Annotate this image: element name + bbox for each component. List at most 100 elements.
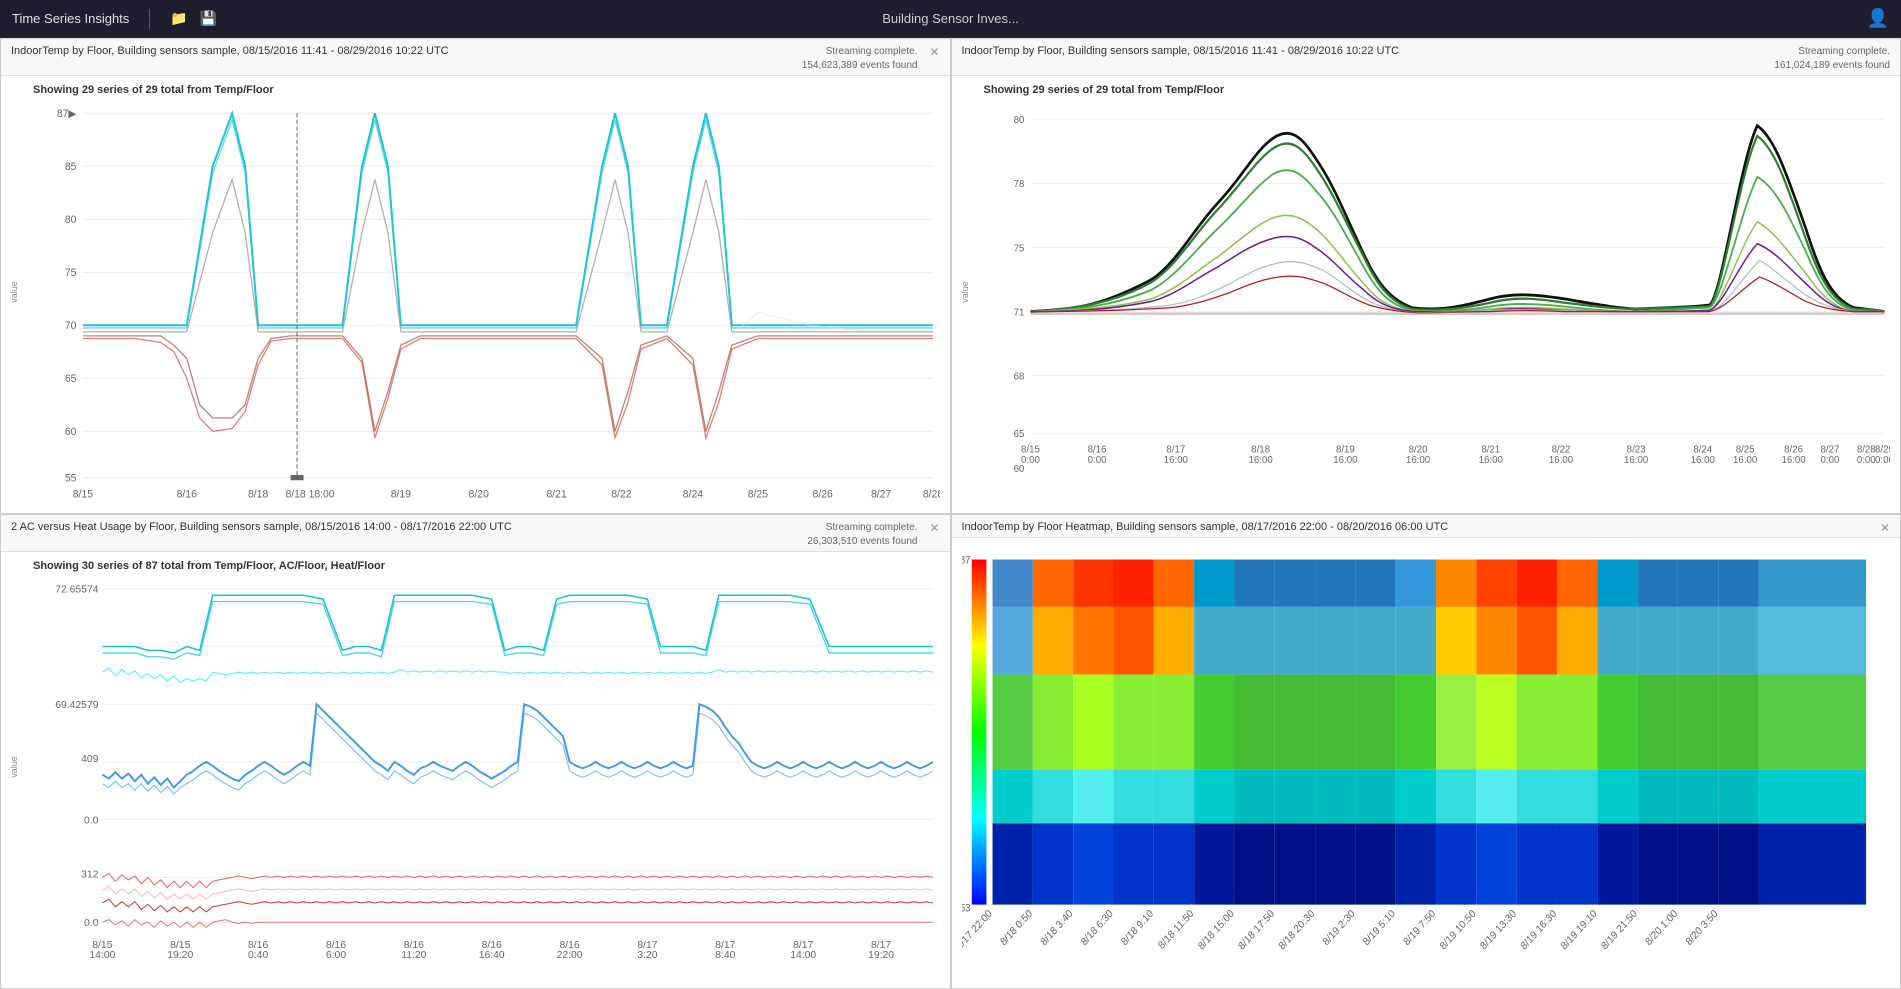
svg-text:8/19 16:30: 8/19 16:30	[1518, 907, 1558, 951]
title-bar-right: 👤	[1263, 8, 1889, 29]
svg-text:16:00: 16:00	[1405, 455, 1430, 466]
svg-text:8/28: 8/28	[923, 489, 940, 497]
panel-header-top-left: IndoorTemp by Floor, Building sensors sa…	[1, 39, 950, 76]
svg-text:8/18 3:40: 8/18 3:40	[1039, 907, 1075, 947]
panel-title-bottom-right: IndoorTemp by Floor Heatmap, Building se…	[962, 521, 1449, 533]
save-icon[interactable]: 💾	[200, 10, 217, 27]
y-axis-label-bottom-left: value	[9, 756, 19, 778]
panel-close-top-left[interactable]: ✕	[929, 45, 939, 59]
panel-meta-bottom-left: Streaming complete. 26,303,510 events fo…	[807, 521, 917, 549]
svg-text:8/19 13:30: 8/19 13:30	[1478, 907, 1518, 951]
panel-close-bottom-right[interactable]: ✕	[1880, 521, 1890, 535]
svg-text:80: 80	[65, 215, 77, 226]
chart-area-bottom-left: Showing 30 series of 87 total from Temp/…	[1, 552, 950, 984]
svg-text:8/19: 8/19	[391, 489, 411, 497]
svg-text:16:00: 16:00	[1163, 455, 1188, 466]
chart-svg-bottom-left: 72.65574 69.42579 409 0.0 312 0.0	[31, 576, 940, 974]
chart-svg-top-right: 80 78 75 71 68 65 60	[982, 100, 1891, 498]
svg-text:85: 85	[65, 162, 77, 173]
svg-text:8/24: 8/24	[683, 489, 703, 497]
svg-text:8/26: 8/26	[813, 489, 833, 497]
svg-text:8/18 6:30: 8/18 6:30	[1079, 907, 1115, 947]
svg-text:0:00: 0:00	[1021, 455, 1040, 466]
panel-header-top-right: IndoorTemp by Floor, Building sensors sa…	[952, 39, 1901, 76]
svg-text:8/19 2:30: 8/19 2:30	[1321, 907, 1357, 947]
svg-text:8/18 9:10: 8/18 9:10	[1119, 907, 1155, 947]
svg-text:8/18 11:50: 8/18 11:50	[1156, 907, 1196, 951]
svg-text:0.0: 0.0	[84, 815, 99, 826]
svg-text:8/16: 8/16	[177, 489, 197, 497]
svg-text:8/15: 8/15	[73, 489, 93, 497]
chart-subtitle-top-right: Showing 29 series of 29 total from Temp/…	[982, 84, 1891, 96]
svg-text:16:00: 16:00	[1690, 455, 1715, 466]
svg-text:8:40: 8:40	[715, 950, 735, 961]
heatmap-svg: 87 53	[962, 546, 1891, 966]
svg-text:8/18 15:00: 8/18 15:00	[1196, 907, 1236, 951]
panel-header-bottom-right: IndoorTemp by Floor Heatmap, Building se…	[952, 515, 1901, 538]
svg-text:16:00: 16:00	[1248, 455, 1273, 466]
svg-text:19:20: 19:20	[167, 950, 193, 961]
panel-close-bottom-left[interactable]: ✕	[929, 521, 939, 535]
svg-text:8/21: 8/21	[547, 489, 567, 497]
main-content: IndoorTemp by Floor, Building sensors sa…	[0, 38, 1901, 989]
title-bar: Time Series Insights 📁 💾 Building Sensor…	[0, 0, 1901, 38]
chart-svg-element-top-right: 80 78 75 71 68 65 60	[982, 100, 1891, 498]
heatmap-container: 87 53	[962, 546, 1891, 966]
svg-text:8/18 18:00: 8/18 18:00	[286, 489, 335, 497]
panel-bottom-right: IndoorTemp by Floor Heatmap, Building se…	[951, 514, 1901, 989]
svg-text:0:40: 0:40	[248, 950, 268, 961]
svg-text:14:00: 14:00	[790, 950, 816, 961]
svg-text:8/19 7:50: 8/19 7:50	[1401, 907, 1437, 947]
svg-text:80: 80	[1013, 115, 1024, 126]
svg-text:75: 75	[65, 268, 77, 279]
svg-text:8/20: 8/20	[469, 489, 489, 497]
svg-text:8/19 5:10: 8/19 5:10	[1361, 907, 1397, 947]
panel-top-right: IndoorTemp by Floor, Building sensors sa…	[951, 38, 1901, 514]
svg-text:16:00: 16:00	[1781, 455, 1806, 466]
svg-text:8/22: 8/22	[611, 489, 631, 497]
svg-text:75: 75	[1013, 243, 1024, 254]
svg-text:19:20: 19:20	[868, 950, 894, 961]
svg-text:8/27: 8/27	[871, 489, 891, 497]
svg-text:53: 53	[962, 902, 971, 914]
y-axis-label-top-right: value	[959, 281, 969, 303]
panel-meta-top-right: Streaming complete. 161,024,189 events f…	[1774, 45, 1890, 73]
chart-svg-element-top-left: 87▶ 85 80 75 70 65 60 55	[31, 100, 940, 498]
svg-text:22:00: 22:00	[557, 950, 583, 961]
svg-text:16:00: 16:00	[1548, 455, 1573, 466]
chart-svg-element-bottom-left: 72.65574 69.42579 409 0.0 312 0.0	[31, 576, 940, 974]
svg-text:0.0: 0.0	[84, 918, 99, 929]
panel-top-left: IndoorTemp by Floor, Building sensors sa…	[0, 38, 951, 514]
svg-text:87: 87	[962, 555, 971, 567]
svg-text:60: 60	[65, 427, 77, 438]
svg-text:6:00: 6:00	[326, 950, 346, 961]
svg-text:0:00: 0:00	[1856, 455, 1875, 466]
svg-text:312: 312	[81, 869, 99, 880]
svg-text:78: 78	[1013, 179, 1024, 190]
user-icon[interactable]: 👤	[1867, 8, 1889, 29]
svg-text:72.65574: 72.65574	[55, 584, 99, 595]
panel-meta-top-left: Streaming complete. 154,623,389 events f…	[802, 45, 918, 73]
title-bar-left: Time Series Insights 📁 💾	[12, 9, 638, 29]
svg-text:0:00: 0:00	[1087, 455, 1106, 466]
chart-subtitle-bottom-left: Showing 30 series of 87 total from Temp/…	[31, 560, 940, 572]
title-bar-center: Building Sensor Inves...	[638, 11, 1264, 26]
svg-text:3:20: 3:20	[637, 950, 657, 961]
panel-title-top-left: IndoorTemp by Floor, Building sensors sa…	[11, 45, 449, 57]
svg-text:0:00: 0:00	[1875, 455, 1890, 466]
folder-icon[interactable]: 📁	[170, 10, 187, 27]
title-divider	[149, 9, 150, 29]
chart-subtitle-top-left: Showing 29 series of 29 total from Temp/…	[31, 84, 940, 96]
svg-text:16:00: 16:00	[1733, 455, 1758, 466]
svg-text:409: 409	[81, 753, 99, 764]
svg-text:8/18 17:50: 8/18 17:50	[1236, 907, 1276, 951]
svg-text:8/20 1:00: 8/20 1:00	[1643, 907, 1679, 947]
svg-text:69.42579: 69.42579	[55, 700, 99, 711]
panel-header-bottom-left: 2 AC versus Heat Usage by Floor, Buildin…	[1, 515, 950, 552]
panel-title-bottom-left: 2 AC versus Heat Usage by Floor, Buildin…	[11, 521, 512, 533]
svg-text:70: 70	[65, 321, 77, 332]
svg-text:16:00: 16:00	[1624, 455, 1649, 466]
svg-text:71: 71	[1013, 307, 1024, 318]
panel-bottom-left: 2 AC versus Heat Usage by Floor, Buildin…	[0, 514, 951, 989]
panel-title-top-right: IndoorTemp by Floor, Building sensors sa…	[962, 45, 1400, 57]
